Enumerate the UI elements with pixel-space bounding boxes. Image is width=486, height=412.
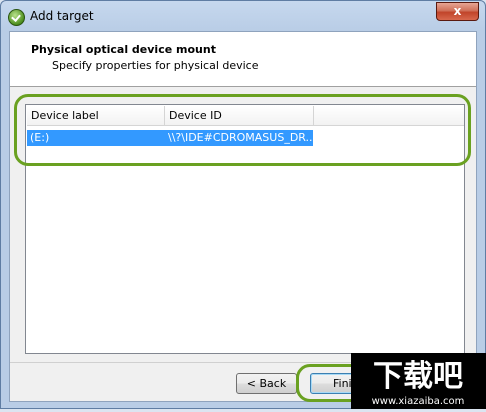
app-icon xyxy=(8,9,25,26)
watermark-graphic: 下载吧 www.xiazaiba.com xyxy=(372,359,465,407)
watermark-logo: 下载吧 www.xiazaiba.com xyxy=(351,353,486,409)
back-button[interactable]: < Back xyxy=(236,373,297,394)
watermark-text: 下载吧 xyxy=(373,359,463,394)
window-title: Add target xyxy=(30,9,94,23)
watermark-url: www.xiazaiba.com xyxy=(372,396,465,407)
wizard-header: Physical optical device mount Specify pr… xyxy=(10,32,476,87)
list-highlight-ring xyxy=(14,94,471,166)
title-bar: Add target x xyxy=(1,1,485,31)
page-title: Physical optical device mount xyxy=(31,43,216,56)
add-target-window: Add target x Physical optical device mou… xyxy=(0,0,486,409)
close-button[interactable]: x xyxy=(436,2,479,21)
close-icon: x xyxy=(453,4,462,18)
dialog-client-area: Physical optical device mount Specify pr… xyxy=(9,31,477,402)
page-subtitle: Specify properties for physical device xyxy=(52,59,259,72)
